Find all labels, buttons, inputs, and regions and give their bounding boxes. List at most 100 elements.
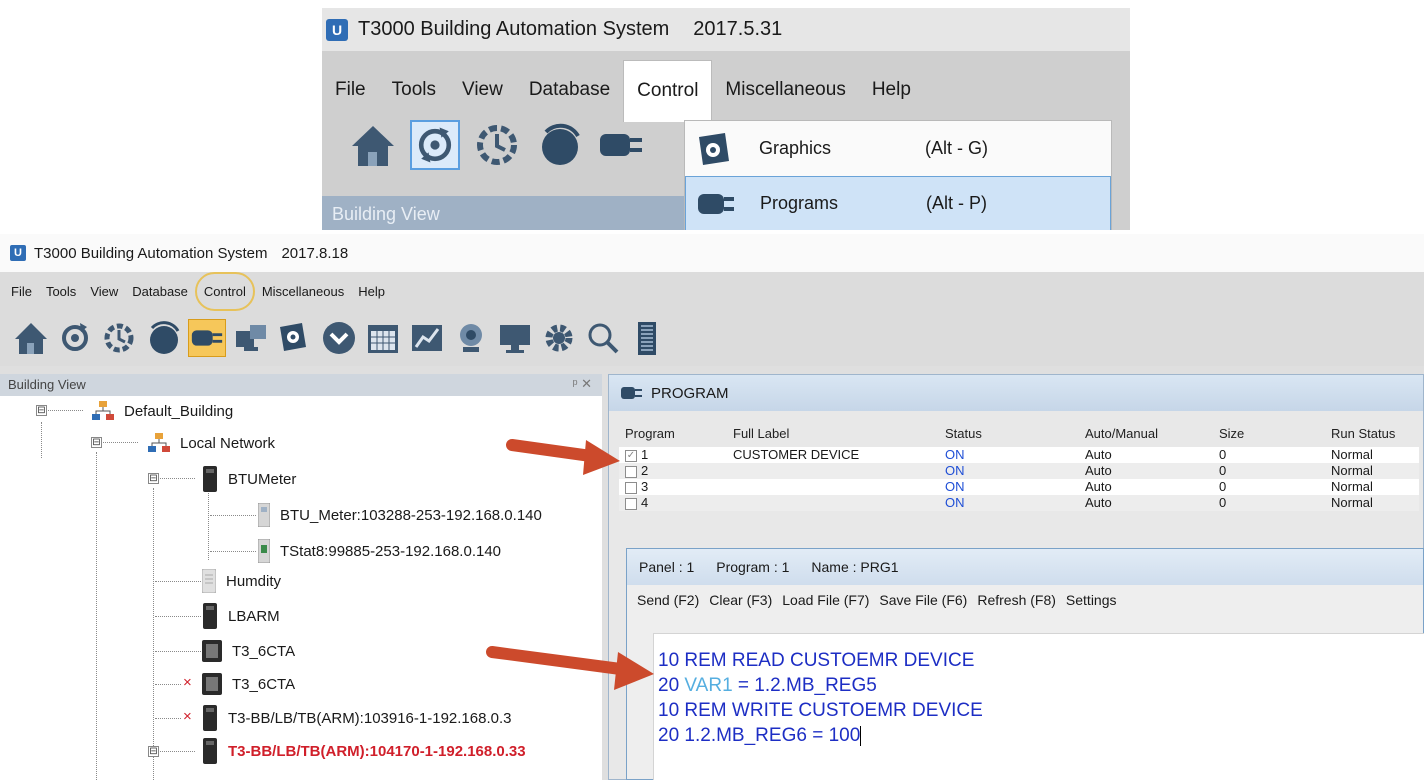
inputs-cycle-icon[interactable] (410, 120, 460, 170)
program-mode[interactable]: Auto (1079, 463, 1213, 479)
calendar-icon[interactable] (364, 319, 402, 357)
tree-node-tstat8[interactable]: TStat8:99885-253-192.168.0.140 (258, 536, 501, 566)
graphics-icon[interactable] (276, 319, 314, 357)
load-file-button[interactable]: Load File (F7) (782, 592, 869, 608)
refresh-button[interactable]: Refresh (F8) (977, 592, 1056, 608)
search-icon[interactable] (584, 319, 622, 357)
column-header[interactable]: Full Label (727, 419, 939, 447)
table-row[interactable]: ✓ 1 CUSTOMER DEVICE ON Auto 0 Normal (619, 447, 1419, 463)
inputs-cycle-icon[interactable] (56, 319, 94, 357)
main-menu-miscellaneous[interactable]: Miscellaneous (255, 284, 351, 299)
clear-button[interactable]: Clear (F3) (709, 592, 772, 608)
program-label[interactable] (727, 463, 939, 479)
main-app-title: T3000 Building Automation System (34, 244, 268, 262)
column-header[interactable]: Status (939, 419, 1079, 447)
menu-tools[interactable]: Tools (379, 79, 449, 101)
settings-gear-icon[interactable] (540, 319, 578, 357)
tree-node-btu-meter[interactable]: BTU_Meter:103288-253-192.168.0.140 (258, 500, 542, 530)
program-run-status: Normal (1325, 479, 1419, 495)
program-status[interactable]: ON (939, 495, 1079, 511)
editor-toolbar: Send (F2) Clear (F3) Load File (F7) Save… (627, 585, 1423, 615)
main-menu-control[interactable]: Control (194, 271, 255, 311)
code-editor[interactable]: 10 REM READ CUSTOEMR DEVICE 20 VAR1 = 1.… (653, 633, 1424, 780)
menu-view[interactable]: View (449, 79, 516, 101)
tree-expander[interactable]: ⊟ (91, 437, 102, 448)
schedule-clock-icon[interactable] (100, 319, 138, 357)
main-menu-file[interactable]: File (4, 284, 39, 299)
tree-connector (210, 551, 256, 552)
dial-icon[interactable] (534, 120, 584, 170)
program-label[interactable]: CUSTOMER DEVICE (727, 447, 939, 463)
menu-item-programs[interactable]: Programs (Alt - P) (685, 176, 1111, 230)
tree-node-label: T3_6CTA (232, 675, 296, 693)
menu-miscellaneous[interactable]: Miscellaneous (712, 79, 858, 101)
table-row[interactable]: 2 ON Auto 0 Normal (619, 463, 1419, 479)
tree-expander[interactable]: ⊟ (148, 473, 159, 484)
program-label[interactable] (727, 495, 939, 511)
settings-button[interactable]: Settings (1066, 592, 1117, 608)
main-menu-help[interactable]: Help (351, 284, 392, 299)
menu-file[interactable]: File (322, 79, 379, 101)
table-row[interactable]: 3 ON Auto 0 Normal (619, 479, 1419, 495)
menu-database[interactable]: Database (516, 79, 623, 101)
menu-help[interactable]: Help (859, 79, 924, 101)
tree-node-t3-6cta[interactable]: T3_6CTA (202, 636, 295, 666)
tree-node-btumeter[interactable]: BTUMeter (202, 464, 296, 494)
main-menu-database[interactable]: Database (125, 284, 195, 299)
menu-control[interactable]: Control (623, 60, 713, 122)
program-size: 0 (1213, 479, 1325, 495)
program-label[interactable] (727, 479, 939, 495)
schedule-clock-icon[interactable] (472, 120, 522, 170)
column-header[interactable]: Size (1213, 419, 1325, 447)
io-module-icon (202, 673, 222, 695)
program-plug-icon[interactable] (596, 120, 646, 170)
building-icon[interactable] (628, 319, 666, 357)
dial-icon[interactable] (144, 319, 182, 357)
program-status[interactable]: ON (939, 463, 1079, 479)
home-icon[interactable] (348, 120, 398, 170)
home-icon[interactable] (12, 319, 50, 357)
tree-node-humdity[interactable]: Humdity (202, 566, 281, 596)
tree-node-t3-bb-104170[interactable]: T3-BB/LB/TB(ARM):104170-1-192.168.0.33 (202, 736, 526, 766)
column-header[interactable]: Run Status (1325, 419, 1419, 447)
tree-node-t3-bb-103916[interactable]: T3-BB/LB/TB(ARM):103916-1-192.168.0.3 (202, 703, 511, 733)
program-status[interactable]: ON (939, 447, 1079, 463)
sensor-device-icon (202, 569, 216, 593)
main-menu-view[interactable]: View (83, 284, 125, 299)
programs-plug-icon[interactable] (188, 319, 226, 357)
tree-node-lbarm[interactable]: LBARM (202, 601, 280, 631)
save-file-button[interactable]: Save File (F6) (879, 592, 967, 608)
tree-expander[interactable]: ⊟ (148, 746, 159, 757)
tree-node-network[interactable]: Local Network (148, 428, 275, 458)
row-checkbox[interactable] (625, 497, 637, 510)
row-checkbox[interactable]: ✓ (625, 449, 637, 462)
network-device-icon[interactable] (232, 319, 270, 357)
main-menu-tools[interactable]: Tools (39, 284, 83, 299)
row-checkbox[interactable] (625, 481, 637, 494)
tree-node-building[interactable]: Default_Building (92, 396, 233, 426)
table-row[interactable]: 4 ON Auto 0 Normal (619, 495, 1419, 511)
error-x-icon: × (183, 674, 192, 691)
tree-connector (153, 488, 154, 780)
send-button[interactable]: Send (F2) (637, 592, 699, 608)
column-header[interactable]: Auto/Manual (1079, 419, 1213, 447)
program-mode[interactable]: Auto (1079, 479, 1213, 495)
tree-expander[interactable]: ⊟ (36, 405, 47, 416)
row-checkbox[interactable] (625, 465, 637, 478)
program-status[interactable]: ON (939, 479, 1079, 495)
main-app-version: 2017.8.18 (281, 244, 349, 262)
panel-pin-close-icon[interactable]: ᵖ ✕ (573, 376, 592, 392)
tree-node-label: T3-BB/LB/TB(ARM):104170-1-192.168.0.33 (228, 742, 526, 760)
webcam-icon[interactable] (452, 319, 490, 357)
tree-node-t3-6cta-offline[interactable]: T3_6CTA (202, 669, 295, 699)
monitor-icon[interactable] (496, 319, 534, 357)
program-mode[interactable]: Auto (1079, 495, 1213, 511)
program-mode[interactable]: Auto (1079, 447, 1213, 463)
trend-chart-icon[interactable] (408, 319, 446, 357)
tree-connector (155, 684, 181, 685)
program-window-header: PROGRAM (609, 375, 1423, 411)
menu-item-graphics[interactable]: Graphics (Alt - G) (685, 121, 1111, 176)
column-header[interactable]: Program (619, 419, 727, 447)
chevron-circle-icon[interactable] (320, 319, 358, 357)
tree-connector (208, 488, 209, 560)
